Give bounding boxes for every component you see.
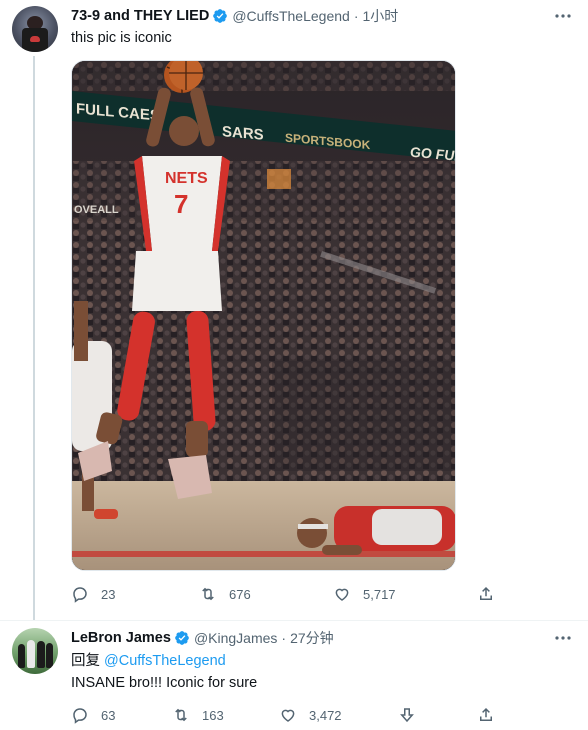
reply-to-handle-link[interactable]: @CuffsTheLegend (104, 653, 226, 669)
avatar[interactable] (12, 6, 58, 52)
downvote-button[interactable] (398, 705, 428, 725)
verified-badge-icon (213, 9, 228, 23)
separator-dot: · (281, 630, 287, 646)
separator-dot: · (353, 8, 359, 24)
like-count: 3,472 (309, 707, 342, 723)
jersey-name: NETS (165, 170, 208, 187)
reply-button[interactable]: 63 (71, 705, 115, 725)
handle[interactable]: @CuffsTheLegend (232, 8, 349, 24)
photo-illustration: FULL CAES SARS SPORTSBOOK GO FUL OVEALL (72, 61, 455, 570)
reply-bubble-icon (73, 587, 87, 603)
tweet-header: LeBron James @KingJames · 27分钟 (71, 628, 334, 648)
handle[interactable]: @KingJames (194, 630, 277, 646)
banner-text-right: SARS (222, 123, 264, 144)
more-dots-icon[interactable] (552, 628, 574, 648)
tweet-text: INSANE bro!!! Iconic for sure (71, 675, 258, 691)
jersey-number: 7 (174, 189, 188, 219)
like-button[interactable]: 3,472 (279, 705, 342, 725)
retweet-button[interactable]: 676 (199, 584, 251, 604)
share-button[interactable] (477, 705, 507, 725)
tweet-main[interactable]: 73-9 and THEY LIED @CuffsTheLegend · 1小时… (0, 0, 588, 620)
share-upload-icon (480, 586, 492, 600)
display-name[interactable]: 73-9 and THEY LIED (71, 8, 209, 24)
heart-icon (281, 709, 295, 722)
reply-bubble-icon (73, 708, 87, 724)
tweet-actions: 63 163 3,472 (71, 705, 501, 725)
tweet-header: 73-9 and THEY LIED @CuffsTheLegend · 1小时 (71, 6, 398, 26)
retweet-count: 163 (202, 707, 224, 723)
reply-button[interactable]: 23 (71, 584, 115, 604)
downvote-arrow-icon (400, 708, 414, 723)
retweet-count: 676 (229, 586, 251, 602)
tweet-text: this pic is iconic (71, 30, 172, 46)
avatar[interactable] (12, 628, 58, 674)
side-sign-text: OVEALL (74, 204, 119, 216)
tweet-photo[interactable]: FULL CAES SARS SPORTSBOOK GO FUL OVEALL (71, 60, 456, 571)
reply-count: 63 (101, 707, 116, 723)
replying-to-line: 回复 @CuffsTheLegend (71, 651, 226, 671)
retweet-button[interactable]: 163 (172, 705, 224, 725)
display-name[interactable]: LeBron James (71, 630, 171, 646)
tweet-actions: 23 676 5,717 (71, 584, 501, 604)
timestamp[interactable]: 1小时 (362, 6, 398, 26)
more-dots-icon[interactable] (552, 6, 574, 26)
heart-icon (335, 588, 349, 601)
retweet-arrows-icon (202, 587, 214, 601)
like-count: 5,717 (363, 586, 396, 602)
reply-count: 23 (101, 586, 116, 602)
share-upload-icon (480, 707, 492, 721)
thread-line (33, 56, 35, 620)
share-button[interactable] (477, 584, 507, 604)
retweet-arrows-icon (175, 708, 187, 722)
reply-prefix: 回复 (71, 653, 105, 669)
tweet-reply[interactable]: LeBron James @KingJames · 27分钟 回复 @Cuffs… (0, 620, 588, 730)
timestamp[interactable]: 27分钟 (290, 628, 334, 648)
verified-badge-icon (175, 631, 189, 645)
like-button[interactable]: 5,717 (333, 584, 396, 604)
